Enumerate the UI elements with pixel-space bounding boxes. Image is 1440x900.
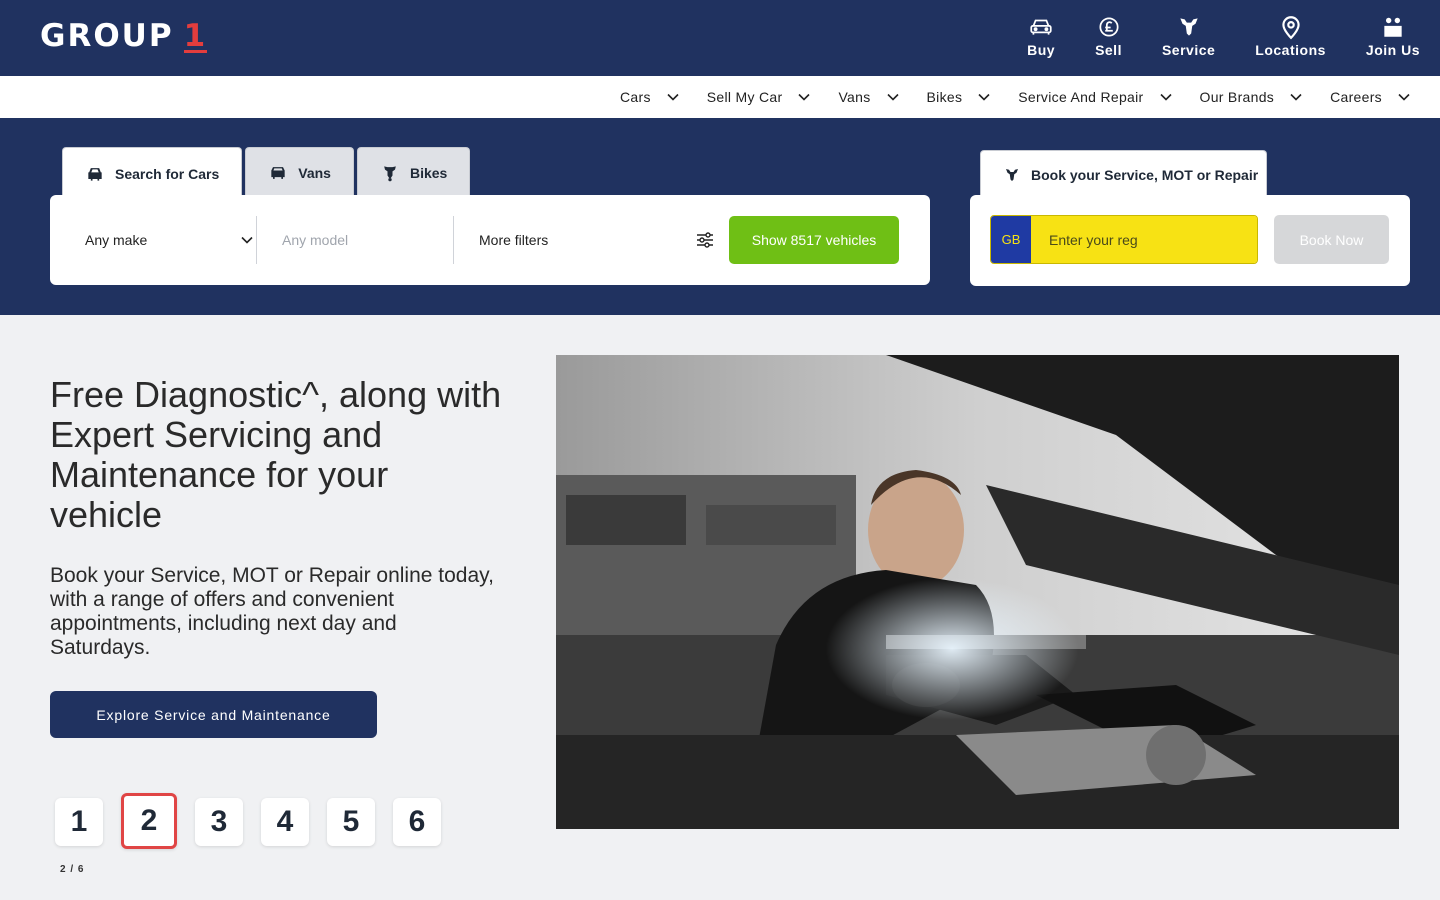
- tab-vans[interactable]: Vans: [245, 147, 354, 197]
- group1-logo[interactable]: GROUP 1: [40, 18, 208, 54]
- make-select-value: Any make: [85, 232, 148, 248]
- service-icon: [1006, 168, 1018, 181]
- hero-image: [556, 355, 1399, 829]
- make-select[interactable]: Any make: [85, 195, 255, 285]
- topnav-locations-label: Locations: [1255, 42, 1326, 58]
- menu-item-label: Our Brands: [1199, 89, 1275, 105]
- menu-item-sell-my-car[interactable]: Sell My Car: [707, 89, 813, 105]
- people-icon: [1384, 17, 1402, 37]
- topnav-locations[interactable]: Locations: [1235, 14, 1346, 58]
- car-icon: [88, 167, 102, 181]
- chevron-down-icon: [1398, 93, 1410, 101]
- hero-description: Book your Service, MOT or Repair online …: [50, 564, 494, 659]
- book-service-tab[interactable]: Book your Service, MOT or Repair: [980, 150, 1267, 198]
- menu-item-bikes[interactable]: Bikes: [927, 89, 993, 105]
- carousel-pager: 1 2 3 4 5 6: [55, 793, 441, 849]
- chevron-down-icon: [1290, 93, 1302, 101]
- tab-label: Bikes: [409, 164, 448, 181]
- tab-label: Vans: [298, 164, 331, 181]
- tab-bikes[interactable]: Bikes: [356, 147, 471, 197]
- topnav-sell[interactable]: Sell: [1075, 14, 1142, 58]
- chevron-down-icon: [1159, 93, 1172, 101]
- menu-item-vans[interactable]: Vans: [838, 89, 900, 105]
- model-select-placeholder: Any model: [282, 232, 349, 248]
- carousel-page-1[interactable]: 1: [55, 798, 103, 846]
- field-divider: [453, 216, 454, 264]
- menu-item-label: Vans: [838, 89, 871, 105]
- van-icon: [271, 166, 285, 179]
- vehicle-type-tabs: Search for Cars Vans Bikes: [62, 147, 471, 199]
- chevron-down-icon: [798, 93, 811, 101]
- show-vehicles-button[interactable]: Show 8517 vehicles: [729, 216, 899, 264]
- hero-headline: Free Diagnostic^, along with Expert Serv…: [50, 374, 502, 535]
- topnav-service[interactable]: Service: [1142, 14, 1235, 58]
- pound-car-icon: [1098, 17, 1119, 37]
- carousel-page-3[interactable]: 3: [195, 798, 243, 846]
- chevron-down-icon: [978, 93, 990, 101]
- more-filters-button[interactable]: More filters: [479, 195, 715, 285]
- explore-service-button[interactable]: Explore Service and Maintenance: [50, 691, 377, 738]
- top-nav: Buy Sell Service Locations Join Us: [1007, 14, 1420, 58]
- menu-item-our-brands[interactable]: Our Brands: [1200, 89, 1305, 105]
- chevron-down-icon: [886, 93, 899, 101]
- menu-item-label: Service And Repair: [1018, 89, 1144, 105]
- carousel-page-4[interactable]: 4: [261, 798, 309, 846]
- model-select[interactable]: Any model: [282, 195, 348, 285]
- service-icon: [1179, 18, 1198, 36]
- book-service-tab-label: Book your Service, MOT or Repair: [1031, 166, 1259, 183]
- carousel-page-5[interactable]: 5: [327, 798, 375, 846]
- logo-text: GROUP: [40, 18, 174, 54]
- topnav-buy[interactable]: Buy: [1007, 14, 1075, 58]
- topnav-sell-label: Sell: [1095, 42, 1122, 58]
- registration-field: GB Enter your reg: [990, 215, 1258, 264]
- carousel-page-6[interactable]: 6: [393, 798, 441, 846]
- country-badge: GB: [991, 216, 1031, 263]
- vehicle-search-form: Any make Any model More filters Show 851…: [50, 195, 930, 285]
- chevron-down-icon: [241, 236, 253, 244]
- menu-item-label: Careers: [1330, 89, 1382, 105]
- more-filters-label: More filters: [479, 232, 549, 248]
- menu-item-label: Sell My Car: [706, 89, 783, 105]
- logo-number: 1: [183, 18, 208, 54]
- topnav-buy-label: Buy: [1027, 42, 1056, 58]
- menu-item-label: Bikes: [926, 89, 963, 105]
- filter-sliders-icon: [697, 232, 713, 248]
- menu-item-service-and-repair[interactable]: Service And Repair: [1018, 89, 1173, 105]
- topnav-join-us-label: Join Us: [1365, 42, 1420, 58]
- menu-item-cars[interactable]: Cars: [620, 89, 681, 105]
- book-service-form: GB Enter your reg Book Now: [970, 195, 1410, 286]
- field-divider: [256, 216, 257, 264]
- topnav-service-label: Service: [1161, 42, 1216, 58]
- menu-item-careers[interactable]: Careers: [1330, 89, 1412, 105]
- tab-label: Search for Cars: [115, 165, 220, 182]
- car-icon: [1030, 19, 1052, 35]
- topnav-join-us[interactable]: Join Us: [1346, 14, 1420, 58]
- registration-input[interactable]: Enter your reg: [1031, 216, 1257, 263]
- mechanic-photo: [556, 355, 1399, 829]
- location-pin-icon: [1281, 16, 1300, 40]
- carousel-counter: 2 / 6: [60, 864, 85, 875]
- top-header: GROUP 1 Buy Sell Service Locations Join …: [0, 0, 1440, 76]
- chevron-down-icon: [667, 93, 679, 101]
- main-menu: Cars Sell My Car Vans Bikes Service And …: [0, 76, 1440, 118]
- menu-item-label: Cars: [620, 89, 651, 105]
- book-now-button[interactable]: Book Now: [1274, 215, 1389, 264]
- bike-icon: [384, 165, 396, 181]
- carousel-page-2[interactable]: 2: [121, 793, 177, 849]
- tab-search-cars[interactable]: Search for Cars: [62, 147, 243, 199]
